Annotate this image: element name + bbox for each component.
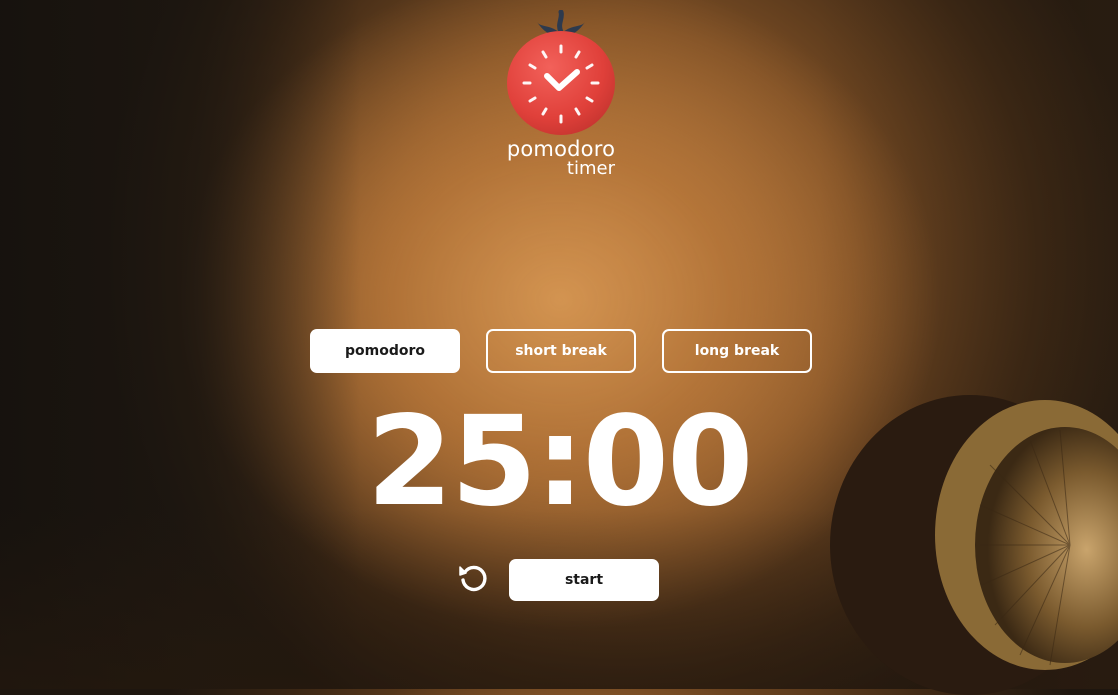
tomato-clock-icon <box>507 10 615 135</box>
timer-display: 25:00 <box>366 390 754 534</box>
tab-pomodoro[interactable]: pomodoro <box>310 329 460 373</box>
mode-tabs: pomodoro short break long break <box>310 329 812 373</box>
logo-wordmark: pomodoro <box>506 137 616 161</box>
reset-icon <box>459 565 487 592</box>
logo-subtitle: timer <box>566 158 615 179</box>
reset-button[interactable] <box>456 561 490 595</box>
start-button[interactable]: start <box>509 559 659 601</box>
tab-short-break[interactable]: short break <box>486 329 636 373</box>
app-logo: pomodoro timer <box>505 10 617 178</box>
tab-long-break[interactable]: long break <box>662 329 812 373</box>
